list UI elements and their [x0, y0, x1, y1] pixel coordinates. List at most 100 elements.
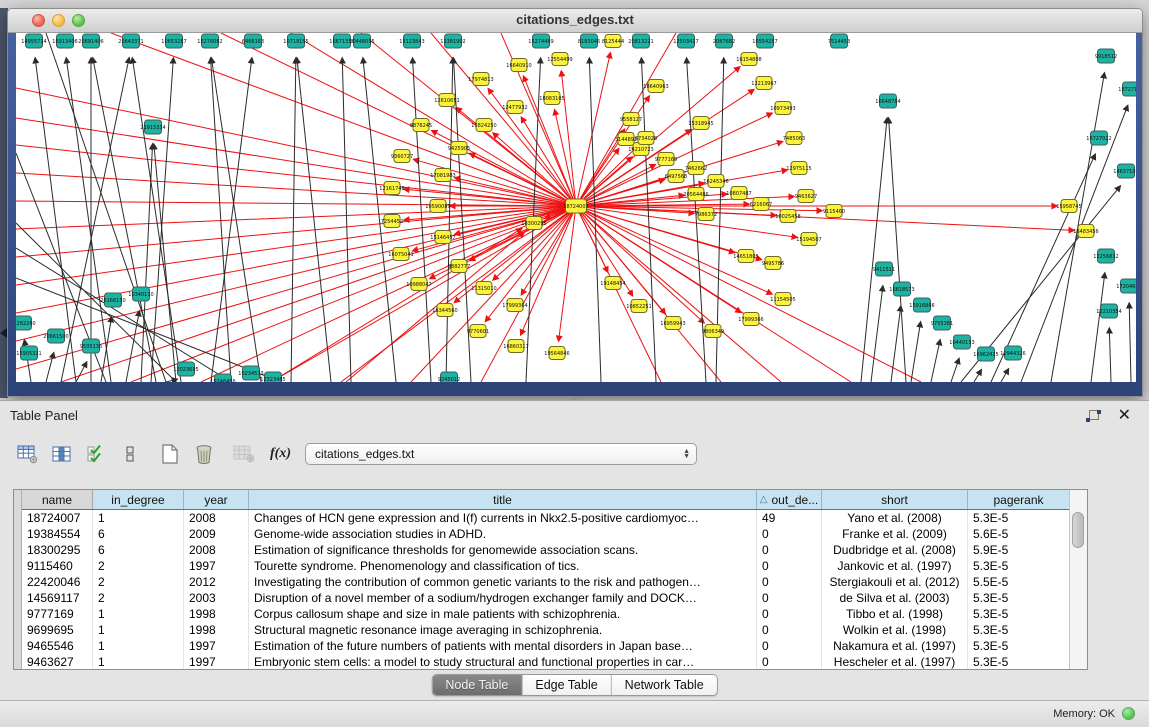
- table-options-icon[interactable]: [14, 440, 42, 468]
- cell-short[interactable]: Jankovic et al. (1997): [822, 558, 968, 574]
- cell-title[interactable]: Structural magnetic resonance image aver…: [249, 622, 757, 638]
- cell-short[interactable]: Franke et al. (2009): [822, 526, 968, 542]
- graph-edge[interactable]: [211, 58, 261, 382]
- cell-pagerank[interactable]: 5.3E-5: [968, 654, 1070, 670]
- citation-network-graph[interactable]: 1495571416913406206914062064337110653287…: [16, 33, 1136, 382]
- graph-edge[interactable]: [1091, 273, 1105, 382]
- cell-short[interactable]: Stergiakouli et al. (2012): [822, 574, 968, 590]
- cell-title[interactable]: Disruption of a novel member of a sodium…: [249, 590, 757, 606]
- graph-edge[interactable]: [16, 248, 231, 382]
- cell-title[interactable]: Corpus callosum shape and size in male p…: [249, 606, 757, 622]
- cell-title[interactable]: Estimation of significance thresholds fo…: [249, 542, 757, 558]
- delete-table-icon[interactable]: [190, 440, 218, 468]
- cell-year[interactable]: 2003: [184, 590, 249, 606]
- graph-edge[interactable]: [1129, 303, 1131, 382]
- cell-title[interactable]: Changes of HCN gene expression and I(f) …: [249, 510, 757, 526]
- tab-edge-table[interactable]: Edge Table: [522, 675, 611, 695]
- cell-year[interactable]: 2008: [184, 542, 249, 558]
- cell-pagerank[interactable]: 5.9E-5: [968, 542, 1070, 558]
- table-row[interactable]: 1938455462009Genome-wide association stu…: [22, 526, 1070, 542]
- graph-edge[interactable]: [1021, 105, 1128, 382]
- column-header-year[interactable]: year: [184, 490, 249, 509]
- function-builder-icon[interactable]: f(x): [270, 446, 291, 462]
- cell-in_degree[interactable]: 2: [93, 558, 184, 574]
- table-selector-dropdown[interactable]: citations_edges.txt ▲▼: [305, 443, 697, 465]
- cell-name[interactable]: 14569117: [22, 590, 93, 606]
- cell-in_degree[interactable]: 6: [93, 542, 184, 558]
- scrollbar-thumb[interactable]: [1072, 512, 1084, 548]
- column-header-in-degree[interactable]: in_degree: [93, 490, 184, 509]
- cell-name[interactable]: 18300295: [22, 542, 93, 558]
- network-view-canvas[interactable]: 1495571416913406206914062064337110653287…: [16, 33, 1136, 382]
- table-row[interactable]: 1456911722003Disruption of a novel membe…: [22, 590, 1070, 606]
- cell-short[interactable]: de Silva et al. (2003): [822, 590, 968, 606]
- cell-out_degree[interactable]: 0: [757, 558, 822, 574]
- cell-title[interactable]: Investigating the contribution of common…: [249, 574, 757, 590]
- cell-pagerank[interactable]: 5.3E-5: [968, 638, 1070, 654]
- window-titlebar[interactable]: citations_edges.txt: [8, 9, 1142, 33]
- cell-pagerank[interactable]: 5.5E-5: [968, 574, 1070, 590]
- graph-edge[interactable]: [576, 206, 781, 382]
- cell-name[interactable]: 19384554: [22, 526, 93, 542]
- graph-edge[interactable]: [1001, 369, 1009, 382]
- cell-in_degree[interactable]: 6: [93, 526, 184, 542]
- tab-node-table[interactable]: Node Table: [432, 675, 522, 695]
- vertical-scrollbar[interactable]: [1069, 490, 1087, 669]
- cell-short[interactable]: Hescheler et al. (1997): [822, 654, 968, 670]
- graph-edge[interactable]: [151, 58, 173, 382]
- graph-edge[interactable]: [911, 322, 921, 382]
- cell-in_degree[interactable]: 1: [93, 638, 184, 654]
- cell-out_degree[interactable]: 0: [757, 638, 822, 654]
- select-columns-icon[interactable]: [82, 440, 110, 468]
- cell-name[interactable]: 9463627: [22, 654, 93, 670]
- graph-edge[interactable]: [871, 286, 883, 382]
- cell-short[interactable]: Tibbo et al. (1998): [822, 606, 968, 622]
- cell-short[interactable]: Dudbridge et al. (2008): [822, 542, 968, 558]
- graph-edge[interactable]: [93, 58, 156, 382]
- tab-network-table[interactable]: Network Table: [612, 675, 717, 695]
- cell-in_degree[interactable]: 1: [93, 654, 184, 670]
- graph-edge[interactable]: [931, 340, 940, 382]
- table-row[interactable]: 977716911998Corpus callosum shape and si…: [22, 606, 1070, 622]
- column-header-out-degree[interactable]: △ out_de...: [757, 490, 822, 509]
- graph-edge[interactable]: [974, 370, 981, 382]
- graph-edge[interactable]: [861, 118, 887, 382]
- cell-out_degree[interactable]: 0: [757, 590, 822, 606]
- cell-short[interactable]: Nakamura et al. (1997): [822, 638, 968, 654]
- graph-edge[interactable]: [46, 353, 54, 382]
- graph-edge[interactable]: [131, 206, 576, 382]
- cell-pagerank[interactable]: 5.3E-5: [968, 590, 1070, 606]
- graph-edge[interactable]: [576, 206, 741, 312]
- cell-pagerank[interactable]: 5.3E-5: [968, 606, 1070, 622]
- cell-name[interactable]: 9115460: [22, 558, 93, 574]
- cell-in_degree[interactable]: 2: [93, 574, 184, 590]
- table-row[interactable]: 1830029562008Estimation of significance …: [22, 542, 1070, 558]
- cell-out_degree[interactable]: 0: [757, 574, 822, 590]
- cell-name[interactable]: 9699695: [22, 622, 93, 638]
- column-header-short[interactable]: short: [822, 490, 968, 509]
- graph-edge[interactable]: [76, 362, 87, 382]
- table-row[interactable]: 946554611997Estimation of the future num…: [22, 638, 1070, 654]
- cell-pagerank[interactable]: 5.6E-5: [968, 526, 1070, 542]
- cell-name[interactable]: 22420046: [22, 574, 93, 590]
- cell-year[interactable]: 1997: [184, 638, 249, 654]
- graph-edge[interactable]: [641, 58, 656, 382]
- cell-out_degree[interactable]: 0: [757, 542, 822, 558]
- graph-edge[interactable]: [951, 359, 959, 382]
- graph-edge[interactable]: [291, 58, 296, 382]
- table-row[interactable]: 2242004622012Investigating the contribut…: [22, 574, 1070, 590]
- cell-pagerank[interactable]: 5.3E-5: [968, 622, 1070, 638]
- cell-year[interactable]: 1998: [184, 606, 249, 622]
- table-row[interactable]: 911546021997Tourette syndrome. Phenomeno…: [22, 558, 1070, 574]
- table-row[interactable]: 946362711997Embryonic stem cells: a mode…: [22, 654, 1070, 670]
- cell-year[interactable]: 1997: [184, 558, 249, 574]
- cell-out_degree[interactable]: 0: [757, 526, 822, 542]
- cell-out_degree[interactable]: 0: [757, 654, 822, 670]
- float-panel-icon[interactable]: [1085, 409, 1103, 424]
- cell-name[interactable]: 18724007: [22, 510, 93, 526]
- graph-edge[interactable]: [16, 223, 176, 382]
- close-panel-icon[interactable]: ✕: [1118, 405, 1131, 425]
- graph-edge[interactable]: [16, 201, 576, 206]
- cell-title[interactable]: Tourette syndrome. Phenomenology and cla…: [249, 558, 757, 574]
- column-header-name[interactable]: name: [22, 490, 93, 509]
